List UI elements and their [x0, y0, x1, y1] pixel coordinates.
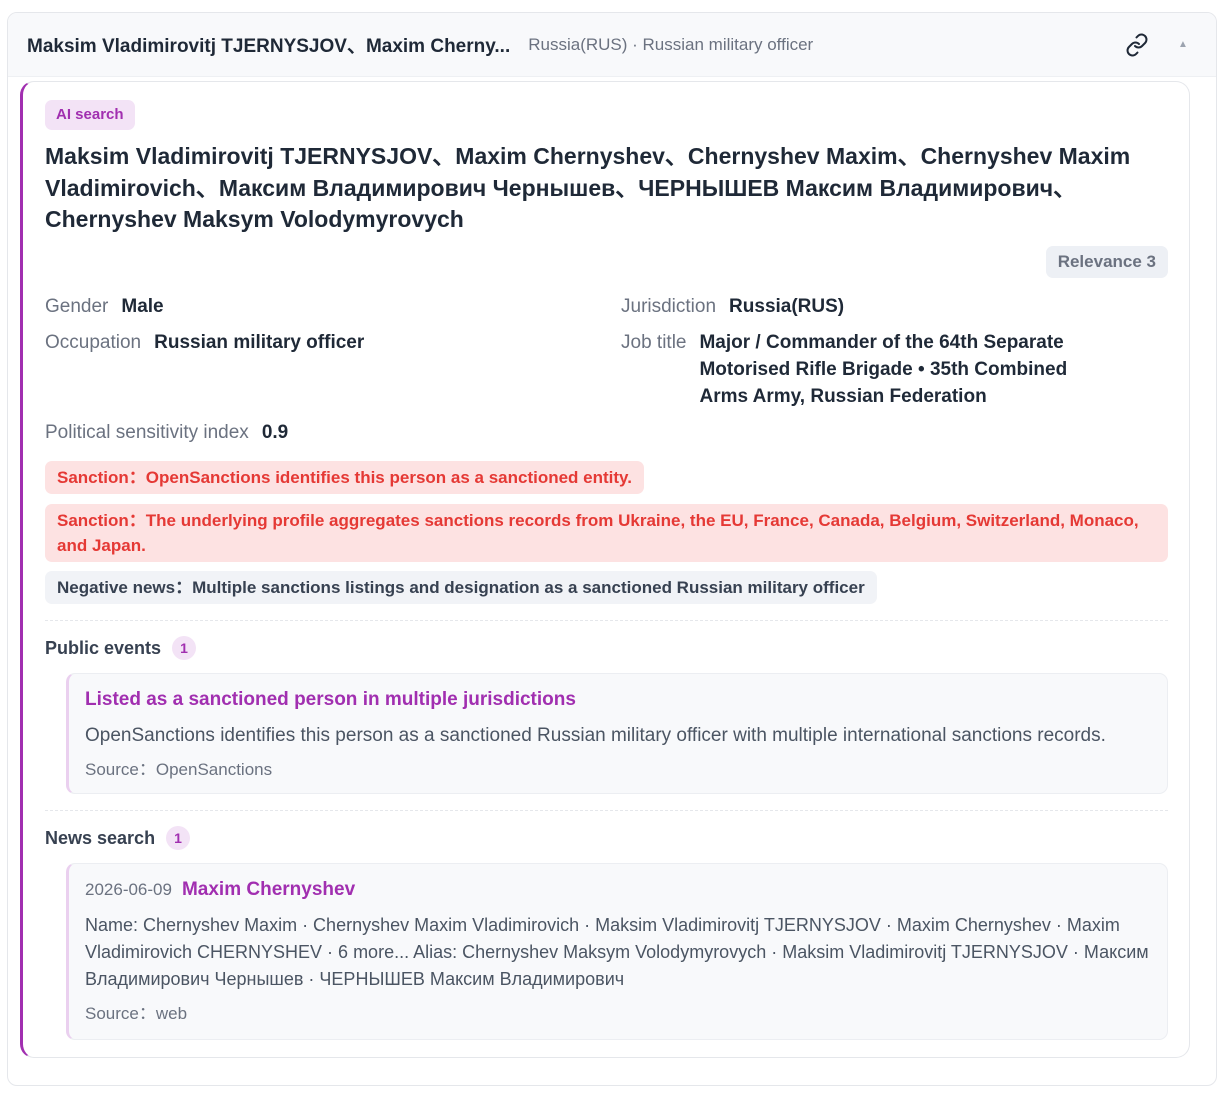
- news-snippet: Name: Chernyshev Maxim · Chernyshev Maxi…: [85, 915, 1149, 989]
- event-title: Listed as a sanctioned person in multipl…: [85, 689, 576, 710]
- jurisdiction-label: Jurisdiction: [621, 296, 717, 317]
- negative-news-tag: Negative news：Multiple sanctions listing…: [45, 571, 877, 604]
- jurisdiction-field: Jurisdiction Russia(RUS): [621, 293, 844, 320]
- news-item: 2026-06-09 Maxim Chernyshev Name: Cherny…: [66, 863, 1168, 1040]
- news-title-link[interactable]: Maxim Chernyshev: [182, 876, 355, 903]
- gender-label: Gender: [45, 296, 109, 317]
- public-events-label: Public events: [45, 637, 162, 658]
- news-date: 2026-06-09: [85, 880, 172, 899]
- sanction-tag: Sanction：The underlying profile aggregat…: [45, 504, 1168, 562]
- news-search-count: 1: [166, 826, 191, 850]
- relevance-badge: Relevance 3: [1045, 246, 1168, 278]
- profile-card: AI search Maksim Vladimirovitj TJERNYSJO…: [20, 81, 1190, 1058]
- occupation-field: Occupation Russian military officer: [45, 329, 364, 356]
- collapse-caret-icon[interactable]: ▲: [1168, 30, 1198, 60]
- link-icon[interactable]: [1122, 30, 1152, 60]
- event-source: Source：OpenSanctions: [85, 760, 273, 779]
- sanction-tag: Sanction：OpenSanctions identifies this p…: [45, 461, 644, 494]
- public-events-count: 1: [172, 636, 197, 660]
- ai-search-badge: AI search: [45, 100, 135, 130]
- psi-label: Political sensitivity index: [45, 422, 249, 443]
- gender-value: Male: [121, 296, 164, 317]
- public-event-item: Listed as a sanctioned person in multipl…: [66, 673, 1168, 794]
- jurisdiction-value: Russia(RUS): [729, 296, 845, 317]
- news-search-label: News search: [45, 827, 156, 848]
- gender-field: Gender Male: [45, 293, 164, 320]
- header-subtitle: Russia(RUS) · Russian military officer: [528, 34, 814, 54]
- political-sensitivity-field: Political sensitivity index 0.9: [45, 419, 288, 446]
- occupation-label: Occupation: [45, 332, 142, 353]
- news-source: Source：web: [85, 1004, 188, 1023]
- news-search-header: News search 1: [45, 826, 191, 850]
- occupation-value: Russian military officer: [154, 332, 365, 353]
- header-title: Maksim Vladimirovitj TJERNYSJOV、Maxim Ch…: [27, 36, 511, 57]
- psi-value: 0.9: [261, 422, 289, 443]
- panel-header[interactable]: Maksim Vladimirovitj TJERNYSJOV、Maxim Ch…: [8, 13, 1216, 77]
- event-description: OpenSanctions identifies this person as …: [85, 725, 1106, 746]
- job-title-field: Job title Major / Commander of the 64th …: [621, 329, 1091, 410]
- profile-name: Maksim Vladimirovitj TJERNYSJOV、Maxim Ch…: [45, 143, 1131, 232]
- section-divider: [45, 620, 1168, 621]
- section-divider: [45, 810, 1168, 811]
- job-title-label: Job title: [621, 332, 687, 353]
- job-title-value: Major / Commander of the 64th Separate M…: [699, 332, 1068, 407]
- public-events-header: Public events 1: [45, 636, 197, 660]
